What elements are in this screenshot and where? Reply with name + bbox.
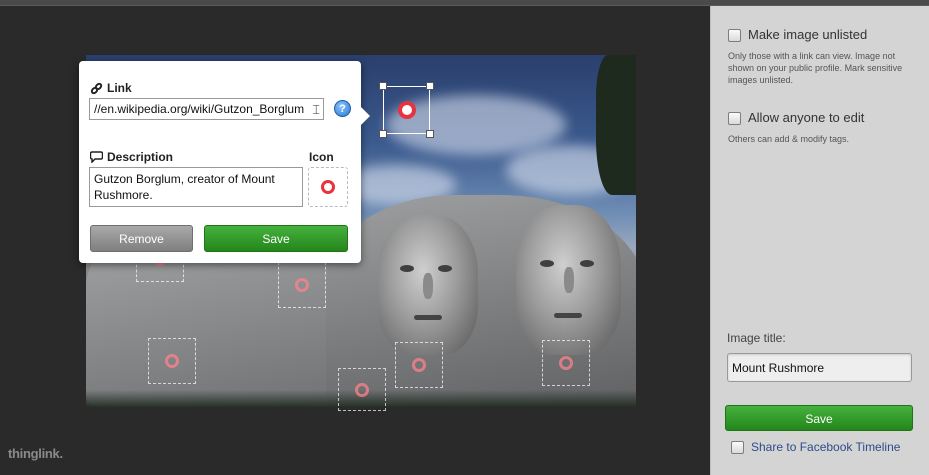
image-tag[interactable] [338,368,386,411]
tag-editor-popup: Link //en.wikipedia.org/wiki/Gutzon_Borg… [79,61,370,263]
facebook-share-checkbox[interactable] [731,441,744,454]
description-label-row: Description [90,150,173,164]
image-detail [378,215,478,355]
save-tag-button[interactable]: Save [204,225,348,252]
description-label: Description [107,150,174,164]
ring-icon [559,356,573,370]
help-icon[interactable]: ? [334,100,351,117]
image-title-label: Image title: [727,331,786,345]
image-tag[interactable] [278,262,326,308]
resize-handle[interactable] [426,82,434,90]
selected-tag[interactable] [379,82,434,138]
image-tag[interactable] [148,338,196,384]
icon-label: Icon [309,150,334,164]
settings-sidebar: Make image unlisted Only those with a li… [710,6,929,475]
link-input[interactable]: //en.wikipedia.org/wiki/Gutzon_Borglum ⌶ [89,98,324,120]
ring-icon [397,101,416,119]
link-label: Link [107,81,132,95]
link-value: //en.wikipedia.org/wiki/Gutzon_Borglum [94,102,305,116]
image-tag[interactable] [395,342,443,388]
image-title-input[interactable]: Mount Rushmore [727,353,912,382]
unlisted-checkbox[interactable] [728,29,741,42]
description-input[interactable]: Gutzon Borglum, creator of Mount Rushmor… [89,167,303,207]
allow-edit-label: Allow anyone to edit [748,110,865,125]
ring-icon [355,382,369,397]
ring-icon [412,358,426,372]
resize-handle[interactable] [379,130,387,138]
icon-picker[interactable] [308,167,348,207]
image-detail [516,205,621,355]
text-cursor-icon: ⌶ [312,102,320,117]
link-icon [90,82,103,94]
popup-arrow [361,107,370,125]
speech-bubble-icon [90,151,103,163]
ring-icon [165,354,179,368]
ring-icon [321,180,335,194]
facebook-share-label[interactable]: Share to Facebook Timeline [751,440,900,454]
resize-handle[interactable] [426,130,434,138]
thinglink-logo[interactable]: thinglink. [8,446,63,461]
allow-edit-checkbox[interactable] [728,112,741,125]
image-tag[interactable] [542,340,590,386]
resize-handle[interactable] [379,82,387,90]
link-label-row: Link [90,81,132,95]
image-detail [596,55,636,195]
ring-icon [295,278,309,292]
save-button[interactable]: Save [725,405,913,431]
remove-button[interactable]: Remove [90,225,193,252]
unlisted-label: Make image unlisted [748,27,868,42]
allow-edit-help: Others can add & modify tags. [728,134,850,144]
unlisted-help: Only those with a link can view. Image n… [728,51,903,85]
